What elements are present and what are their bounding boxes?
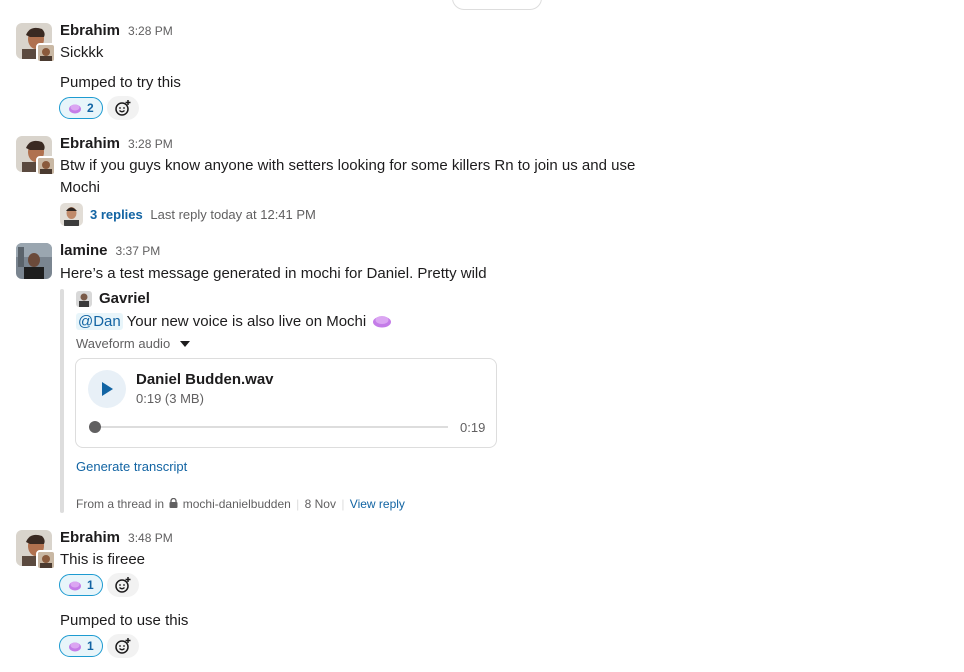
caret-down-icon — [179, 341, 190, 347]
message-text: Here’s a test message generated in mochi… — [60, 265, 487, 282]
mochi-emoji-icon — [69, 581, 81, 591]
message-author[interactable]: Ebrahim 3:28 PM — [60, 22, 173, 39]
message-time[interactable]: 3:28 PM — [128, 137, 173, 151]
reaction-count: 1 — [87, 639, 94, 653]
reaction-count: 1 — [87, 578, 94, 592]
lock-icon — [169, 497, 178, 508]
reaction-mochi[interactable]: 1 — [59, 635, 103, 657]
message-author[interactable]: Ebrahim 3:48 PM — [60, 529, 173, 546]
add-reaction-icon — [115, 577, 131, 593]
mini-avatar-icon — [36, 550, 56, 570]
attachment-toggle[interactable]: Waveform audio — [76, 336, 190, 351]
shared-message-text: @Dan Your new voice is also live on Moch… — [76, 311, 392, 333]
audio-progress-track[interactable] — [98, 426, 448, 428]
thread-summary[interactable]: 3 replies Last reply today at 12:41 PM — [90, 207, 316, 222]
message-time[interactable]: 3:28 PM — [128, 24, 173, 38]
file-name[interactable]: Daniel Budden.wav — [136, 371, 274, 388]
file-meta: 0:19 (3 MB) — [136, 391, 204, 406]
mochi-emoji-icon — [69, 642, 81, 652]
shared-message-bar — [60, 289, 64, 513]
thread-last-reply: Last reply today at 12:41 PM — [150, 207, 316, 222]
message-text: Mochi — [60, 179, 101, 196]
add-reaction-icon — [115, 100, 131, 116]
jump-pill[interactable] — [452, 0, 542, 10]
shared-author[interactable]: Gavriel — [99, 290, 150, 307]
channel-link[interactable]: mochi-danielbudden — [183, 497, 291, 511]
message-text: Pumped to use this — [60, 612, 189, 629]
audio-progress-knob[interactable] — [89, 421, 101, 433]
message-time[interactable]: 3:37 PM — [116, 244, 161, 258]
message-time[interactable]: 3:48 PM — [128, 531, 173, 545]
reaction-mochi[interactable]: 1 — [59, 574, 103, 596]
generate-transcript-link[interactable]: Generate transcript — [76, 459, 187, 474]
reaction-mochi[interactable]: 2 — [59, 97, 103, 119]
message-text: Btw if you guys know anyone with setters… — [60, 157, 636, 174]
play-button[interactable] — [88, 370, 126, 408]
audio-file-card[interactable]: Daniel Budden.wav 0:19 (3 MB) 0:19 — [75, 358, 497, 448]
add-reaction-button[interactable] — [107, 573, 139, 597]
message-author[interactable]: lamine 3:37 PM — [60, 242, 160, 259]
add-reaction-button[interactable] — [107, 96, 139, 120]
reaction-count: 2 — [87, 101, 94, 115]
mochi-emoji-icon — [373, 316, 392, 328]
mochi-emoji-icon — [69, 104, 81, 114]
avatar-lamine[interactable] — [16, 243, 52, 279]
message-text: Sickkk — [60, 44, 104, 61]
mini-avatar-icon — [36, 156, 56, 176]
add-reaction-icon — [115, 638, 131, 654]
message-text: This is fireee — [60, 551, 146, 568]
message-text: Pumped to try this — [60, 74, 181, 91]
add-reaction-button[interactable] — [107, 634, 139, 658]
view-reply-link[interactable]: View reply — [350, 497, 405, 511]
mention-dan[interactable]: @Dan — [76, 313, 123, 330]
audio-duration: 0:19 — [460, 420, 486, 435]
shared-footer: From a thread in mochi-danielbudden | 8 … — [76, 497, 405, 511]
mini-avatar-icon — [36, 43, 56, 63]
thread-replies-link[interactable]: 3 replies — [90, 207, 143, 222]
message-author[interactable]: Ebrahim 3:28 PM — [60, 135, 173, 152]
play-icon — [102, 382, 113, 396]
thread-reply-avatar — [60, 203, 83, 226]
shared-author-avatar — [76, 291, 92, 307]
